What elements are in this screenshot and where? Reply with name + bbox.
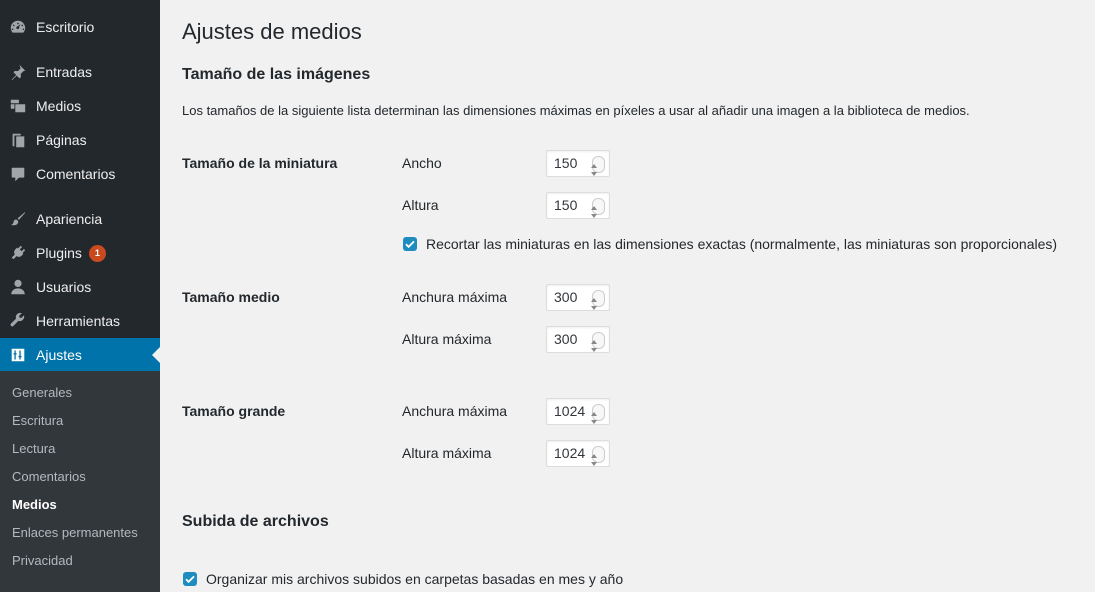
thumbnail-height-input[interactable]: 150	[546, 192, 610, 219]
user-icon	[8, 277, 28, 297]
menu-item-label: Comentarios	[36, 166, 116, 182]
page-icon	[8, 130, 28, 150]
input-value: 150	[554, 155, 578, 171]
page-title: Ajustes de medios	[182, 19, 362, 44]
menu-item-entradas[interactable]: Entradas	[0, 55, 160, 89]
organize-uploads-checkbox[interactable]	[183, 572, 197, 586]
large-size-label: Tamaño grande	[182, 403, 286, 419]
submenu-item-privacidad[interactable]: Privacidad	[12, 553, 73, 568]
large-width-label: Anchura máxima	[402, 403, 508, 419]
thumbnail-size-label: Tamaño de la miniatura	[182, 155, 338, 171]
update-count-badge: 1	[88, 244, 106, 262]
medium-height-input[interactable]: 300	[546, 326, 610, 353]
menu-item-apariencia[interactable]: Apariencia	[0, 202, 160, 236]
menu-item-label: Entradas	[36, 64, 93, 80]
submenu-item-escritura[interactable]: Escritura	[12, 413, 63, 428]
menu-item-medios[interactable]: Medios	[0, 89, 160, 123]
menu-item-comentarios[interactable]: Comentarios	[0, 157, 160, 191]
number-spinner[interactable]	[591, 446, 605, 466]
number-spinner[interactable]	[591, 290, 605, 310]
main-content: Ajustes de medios Tamaño de las imágenes…	[160, 0, 1095, 592]
menu-item-label: Herramientas	[36, 313, 121, 329]
medium-height-label: Altura máxima	[402, 331, 492, 347]
thumbnail-width-input[interactable]: 150	[546, 150, 610, 177]
uploads-heading: Subida de archivos	[182, 513, 329, 530]
menu-item-escritorio[interactable]: Escritorio	[0, 10, 160, 44]
settings-submenu: Generales Escritura Lectura Comentarios …	[0, 371, 160, 592]
menu-item-herramientas[interactable]: Herramientas	[0, 304, 160, 338]
active-indicator-arrow	[152, 347, 160, 363]
media-icon	[8, 96, 28, 116]
input-value: 1024	[554, 403, 586, 419]
large-width-input[interactable]: 1024	[546, 398, 610, 425]
submenu-item-medios[interactable]: Medios	[12, 497, 57, 512]
submenu-item-generales[interactable]: Generales	[12, 385, 72, 400]
pin-icon	[8, 62, 28, 82]
menu-item-label: Medios	[36, 98, 82, 114]
dashboard-icon	[8, 17, 28, 37]
menu-item-ajustes[interactable]: Ajustes	[0, 338, 160, 372]
menu-item-label: Plugins	[36, 245, 82, 261]
large-height-label: Altura máxima	[402, 445, 492, 461]
input-value: 300	[554, 289, 578, 305]
number-spinner[interactable]	[591, 404, 605, 424]
menu-item-label: Apariencia	[36, 211, 103, 227]
input-value: 150	[554, 197, 578, 213]
input-value: 1024	[554, 445, 586, 461]
image-sizes-description: Los tamaños de la siguiente lista determ…	[182, 103, 970, 118]
brush-icon	[8, 209, 28, 229]
menu-item-plugins[interactable]: Plugins 1	[0, 236, 160, 270]
crop-thumbnails-label[interactable]: Recortar las miniaturas en las dimension…	[426, 236, 1057, 252]
number-spinner[interactable]	[591, 156, 605, 176]
organize-uploads-label[interactable]: Organizar mis archivos subidos en carpet…	[206, 571, 623, 587]
settings-icon	[8, 345, 28, 365]
wrench-icon	[8, 311, 28, 331]
plugin-icon	[8, 243, 28, 263]
input-value: 300	[554, 331, 578, 347]
thumbnail-width-label: Ancho	[402, 155, 442, 171]
medium-width-label: Anchura máxima	[402, 289, 508, 305]
menu-item-label: Escritorio	[36, 19, 95, 35]
submenu-item-comentarios[interactable]: Comentarios	[12, 469, 86, 484]
checkmark-icon	[185, 575, 195, 584]
menu-item-label: Ajustes	[36, 347, 82, 363]
medium-size-label: Tamaño medio	[182, 289, 280, 305]
menu-item-paginas[interactable]: Páginas	[0, 123, 160, 157]
number-spinner[interactable]	[591, 198, 605, 218]
medium-width-input[interactable]: 300	[546, 284, 610, 311]
admin-sidebar: Escritorio Entradas Medios Páginas Comen…	[0, 0, 160, 592]
submenu-item-lectura[interactable]: Lectura	[12, 441, 55, 456]
crop-thumbnails-checkbox[interactable]	[403, 237, 417, 251]
menu-item-label: Usuarios	[36, 279, 92, 295]
comment-icon	[8, 164, 28, 184]
thumbnail-height-label: Altura	[402, 197, 439, 213]
image-sizes-heading: Tamaño de las imágenes	[182, 66, 371, 83]
large-height-input[interactable]: 1024	[546, 440, 610, 467]
menu-item-label: Páginas	[36, 132, 87, 148]
submenu-item-enlaces-permanentes[interactable]: Enlaces permanentes	[12, 525, 138, 540]
checkmark-icon	[405, 240, 415, 249]
number-spinner[interactable]	[591, 332, 605, 352]
menu-item-usuarios[interactable]: Usuarios	[0, 270, 160, 304]
